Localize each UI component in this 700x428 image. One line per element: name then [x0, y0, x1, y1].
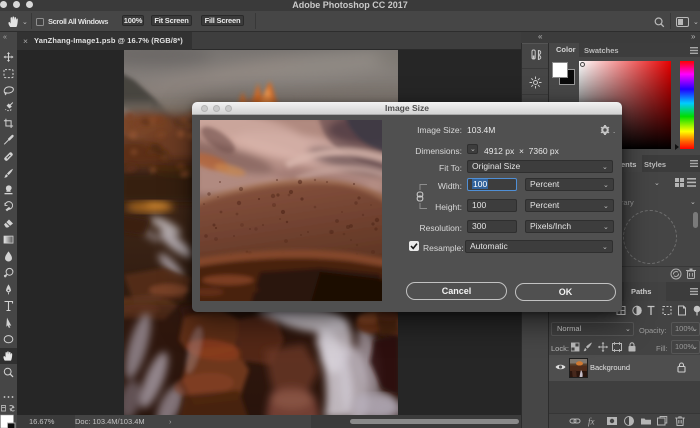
- svg-text:fx: fx: [588, 417, 595, 427]
